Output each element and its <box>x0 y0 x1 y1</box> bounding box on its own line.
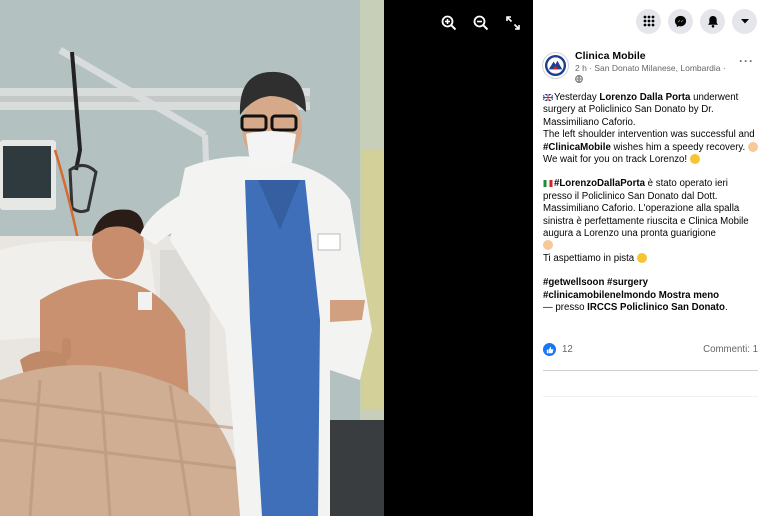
hashtags[interactable]: #getwellsoon #surgery #clinicamobilenelm… <box>543 277 656 300</box>
hashtag-clinicamobile[interactable]: #ClinicaMobile <box>543 142 611 153</box>
post-paragraph-italian: #LorenzoDallaPorta è stato operato ieri … <box>543 178 758 265</box>
messenger-button[interactable] <box>668 8 693 34</box>
menu-grid-icon <box>643 15 654 27</box>
post-sidebar: Clinica Mobile 2 h · San Donato Milanese… <box>533 0 768 516</box>
post-meta: 2 h · San Donato Milanese, Lombardia · <box>575 63 735 85</box>
menu-button[interactable] <box>636 8 661 34</box>
post-text: Yesterday Lorenzo Dalla Porta underwent … <box>533 92 768 315</box>
avatar[interactable] <box>542 52 569 79</box>
viewer-toolbar <box>440 14 522 32</box>
reactions-bar: 12 Commenti: 1 <box>543 343 758 356</box>
top-navigation <box>533 0 768 42</box>
account-caret-icon <box>740 19 749 24</box>
location-suffix: . <box>724 302 728 314</box>
divider <box>543 396 758 397</box>
zoom-in-button[interactable] <box>440 14 458 32</box>
flexed-biceps-emoji-icon <box>543 240 553 251</box>
page-name-link[interactable]: Clinica Mobile <box>575 50 735 63</box>
notifications-button[interactable] <box>700 8 725 34</box>
photo-viewer <box>0 0 533 516</box>
zoom-out-button[interactable] <box>472 14 490 32</box>
zoom-in-icon <box>441 15 457 31</box>
post-paragraph-english: Yesterday Lorenzo Dalla Porta underwent … <box>543 92 758 166</box>
en-text-1: Yesterday <box>554 92 600 103</box>
flexed-biceps-emoji-icon <box>747 141 758 152</box>
messenger-icon <box>674 15 687 27</box>
post-options-button[interactable]: ··· <box>739 54 754 68</box>
uk-flag-icon <box>543 94 553 101</box>
globe-icon <box>575 75 583 83</box>
fullscreen-button[interactable] <box>504 14 522 32</box>
notifications-bell-icon <box>707 15 718 28</box>
photo-illustration <box>0 0 384 516</box>
en-text-5: We wait for you on track Lorenzo! <box>543 154 688 166</box>
zoom-out-icon <box>473 15 489 31</box>
account-menu-button[interactable] <box>732 8 757 34</box>
location-prefix: — presso <box>543 302 588 314</box>
smiley-emoji-icon <box>636 252 647 263</box>
like-reaction-icon <box>543 343 556 356</box>
smiley-emoji-icon <box>689 154 700 165</box>
post-header: Clinica Mobile 2 h · San Donato Milanese… <box>533 50 768 92</box>
mention-lorenzo[interactable]: Lorenzo Dalla Porta <box>599 92 690 103</box>
show-less-link[interactable]: Mostra meno <box>659 290 719 301</box>
thumbs-up-icon <box>546 346 553 353</box>
post-paragraph-tags: #getwellsoon #surgery #clinicamobilenelm… <box>543 277 758 314</box>
comments-count[interactable]: Commenti: 1 <box>703 344 758 355</box>
likes-count: 12 <box>562 344 573 355</box>
post-timestamp-location: 2 h · San Donato Milanese, Lombardia · <box>575 63 726 73</box>
likes-summary[interactable]: 12 <box>543 343 573 356</box>
hashtag-lorenzodallaporta[interactable]: #LorenzoDallaPorta <box>554 178 645 189</box>
clinica-mobile-logo-icon <box>544 54 567 77</box>
post-header-text: Clinica Mobile 2 h · San Donato Milanese… <box>575 50 735 92</box>
fullscreen-icon <box>506 16 520 30</box>
location-link[interactable]: IRCCS Policlinico San Donato <box>587 302 725 313</box>
italy-flag-icon <box>543 180 553 188</box>
post-photo[interactable] <box>0 0 384 516</box>
divider <box>543 370 758 371</box>
en-text-3: The left shoulder intervention was succe… <box>543 129 755 141</box>
it-text-2: Ti aspettiamo in pista <box>543 252 635 264</box>
en-text-4: wishes him a speedy recovery. <box>610 141 746 153</box>
